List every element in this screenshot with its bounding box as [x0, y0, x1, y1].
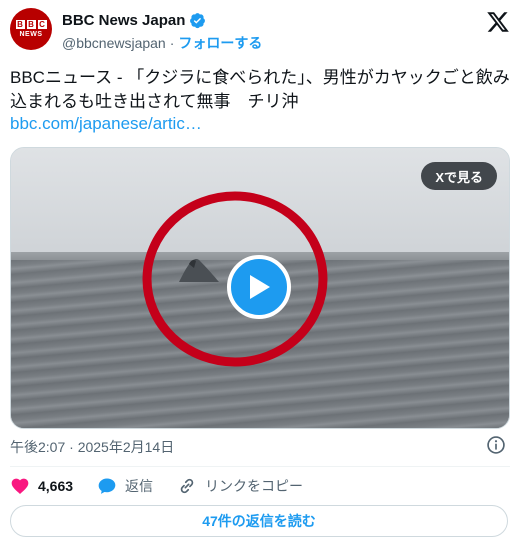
embedded-post: B B C NEWS BBC News Japan @bbcnewsjapan … [0, 0, 520, 551]
play-button[interactable] [227, 255, 291, 319]
video-player[interactable]: Xで見る [10, 147, 510, 429]
display-name[interactable]: BBC News Japan [62, 12, 185, 29]
separator: · [169, 35, 175, 51]
play-icon [250, 275, 270, 299]
copy-link-button[interactable]: リンクをコピー [177, 476, 303, 496]
reply-label: 返信 [125, 478, 154, 494]
bbc-logo: B B C [15, 19, 47, 29]
divider [10, 466, 510, 467]
post-header: B B C NEWS BBC News Japan @bbcnewsjapan … [10, 8, 510, 56]
reply-button[interactable]: 返信 [97, 476, 153, 496]
link-icon [180, 478, 194, 494]
reply-bubble-icon [98, 478, 116, 494]
info-icon[interactable] [486, 435, 506, 455]
avatar[interactable]: B B C NEWS [10, 8, 52, 50]
verified-badge-icon [190, 13, 206, 29]
action-bar: 4,663 返信 リンクをコピー [10, 474, 327, 498]
read-replies-button[interactable]: 47件の返信を読む [10, 505, 508, 537]
timestamp[interactable]: 午後2:07 · 2025年2月14日 [10, 437, 174, 457]
follow-link[interactable]: フォローする [178, 33, 262, 53]
x-logo-icon[interactable] [486, 10, 510, 34]
logo-letter: B [26, 19, 36, 29]
name-row: BBC News Japan [62, 12, 206, 29]
copy-link-label: リンクをコピー [205, 478, 304, 494]
like-button[interactable]: 4,663 [10, 476, 73, 496]
heart-icon [11, 478, 29, 494]
like-count: 4,663 [38, 478, 74, 494]
handle[interactable]: @bbcnewsjapan [62, 35, 166, 51]
view-on-x-button[interactable]: Xで見る [421, 162, 497, 190]
handle-row: @bbcnewsjapan · フォローする [62, 33, 262, 53]
logo-letter: C [37, 19, 47, 29]
post-text: BBCニュース - 「クジラに食べられた」、男性がカヤックごと飲み込まれるも吐き… [10, 68, 510, 111]
logo-news-word: NEWS [19, 31, 43, 38]
logo-letter: B [15, 19, 25, 29]
article-link[interactable]: bbc.com/japanese/artic… [10, 114, 202, 134]
